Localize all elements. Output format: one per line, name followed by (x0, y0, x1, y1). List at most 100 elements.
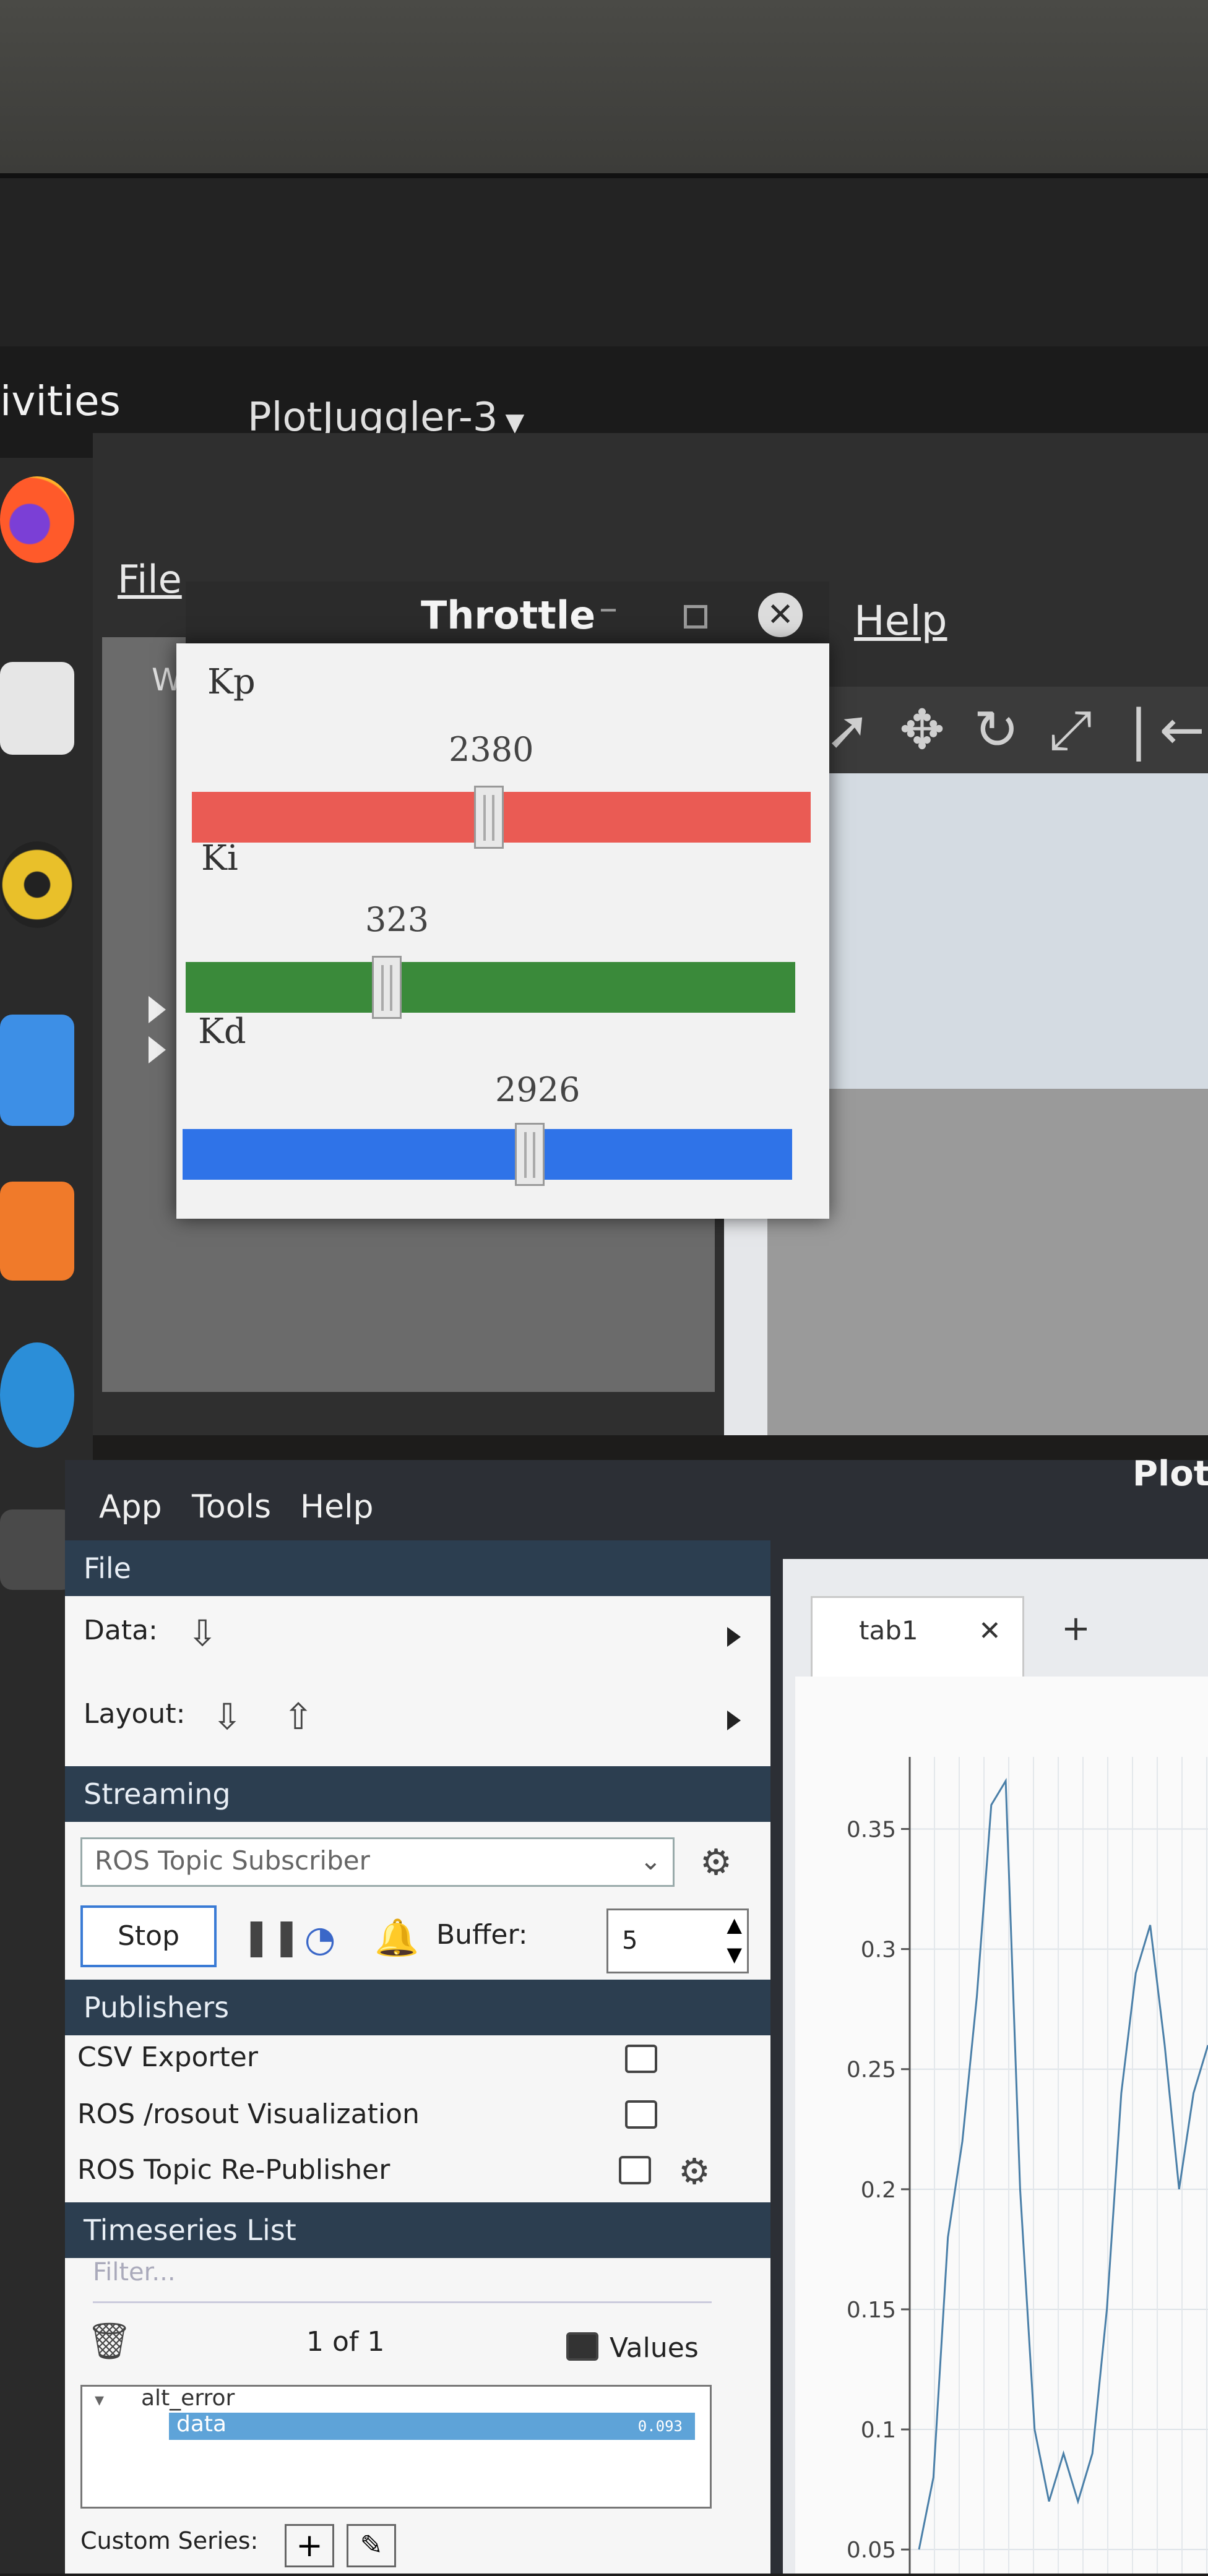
background-wall (0, 0, 1208, 186)
throttle-title: Throttle (421, 593, 596, 638)
kd-value: 2926 (495, 1070, 580, 1109)
plot-grid (910, 1757, 1208, 2574)
throttle-titlebar[interactable]: Throttle – ✕ (186, 582, 829, 643)
firefox-icon[interactable] (0, 476, 74, 563)
timeseries-section-header[interactable]: Timeseries List (65, 2202, 770, 2258)
gear-icon[interactable]: ⚙ (675, 2152, 714, 2191)
y-tick-label: 0.2 (861, 2178, 896, 2203)
load-layout-icon[interactable]: ⇩ (207, 1697, 247, 1737)
bell-icon[interactable]: 🔔 (374, 1918, 419, 1957)
add-custom-series-button[interactable]: + (285, 2524, 334, 2567)
close-button[interactable]: ✕ (758, 593, 803, 637)
kp-slider[interactable] (192, 786, 811, 849)
tab-tab1[interactable]: tab1 ✕ (811, 1596, 1024, 1677)
stop-button[interactable]: Stop (80, 1905, 217, 1967)
y-tick-label: 0.15 (847, 2298, 896, 2323)
monitor-bezel (0, 173, 1208, 376)
plot-empty-area (767, 1089, 1208, 1435)
series-line (918, 1777, 1208, 2550)
publishers-section-header[interactable]: Publishers (65, 1980, 770, 2035)
streaming-section-header[interactable]: Streaming (65, 1766, 770, 1822)
plot-canvas (767, 773, 1208, 1089)
tab-label: tab1 (859, 1615, 918, 1646)
buffer-spinbox[interactable]: 5 ▲ ▼ (606, 1908, 749, 1973)
expand-arrow-icon[interactable] (149, 996, 166, 1023)
data-label: Data: (84, 1615, 158, 1646)
streaming-source-value: ROS Topic Subscriber (95, 1845, 370, 1876)
chevron-down-icon: ⌄ (639, 1845, 662, 1876)
refresh-icon[interactable]: ↻ (965, 699, 1027, 761)
save-layout-icon[interactable]: ⇧ (278, 1697, 318, 1737)
back-icon[interactable]: ← (1151, 699, 1208, 761)
menu-help[interactable]: Help (300, 1488, 374, 1526)
kd-slider-handle[interactable] (515, 1123, 545, 1186)
broadcast-icon[interactable]: ◔ (300, 1919, 340, 1959)
timeseries-tree[interactable]: ▾ alt_error data 0.093 (80, 2385, 712, 2509)
ki-slider-handle[interactable] (372, 956, 402, 1019)
tree-child-row[interactable]: data 0.093 (169, 2411, 695, 2440)
publisher-item: CSV Exporter (77, 2041, 258, 2073)
values-checkbox[interactable] (566, 2332, 598, 2361)
add-tab-button[interactable]: + (1061, 1608, 1090, 1649)
side-panel: File Data: ⇩ Layout: ⇩ ⇧ Streaming ROS T… (65, 1540, 770, 2574)
menu-help[interactable]: Help (854, 597, 947, 645)
tree-parent[interactable]: alt_error (141, 2385, 235, 2411)
collapse-icon[interactable]: ▾ (95, 2389, 104, 2411)
edit-custom-series-button[interactable]: ✎ (347, 2524, 396, 2567)
y-tick-label: 0.3 (861, 1938, 896, 1963)
kd-label: Kd (198, 1011, 246, 1052)
plot-canvas[interactable]: 0.35 0.3 0.25 0.2 0.15 0.1 0.05 (795, 1677, 1208, 2574)
buffer-value: 5 (622, 1926, 638, 1955)
ki-value: 323 (365, 900, 429, 939)
close-icon[interactable]: ✕ (978, 1615, 1001, 1647)
help-icon[interactable] (0, 1342, 74, 1448)
files-icon[interactable] (0, 662, 74, 755)
ki-label: Ki (201, 838, 238, 878)
menu-file[interactable]: File (118, 557, 182, 602)
kp-value: 2380 (449, 730, 534, 769)
software-icon[interactable] (0, 1182, 74, 1281)
expand-arrow-icon[interactable] (149, 1036, 166, 1063)
y-tick-label: 0.1 (861, 2418, 896, 2443)
menu-tools[interactable]: Tools (192, 1488, 271, 1526)
spin-up-icon[interactable]: ▲ (727, 1913, 742, 1936)
streaming-source-select[interactable]: ROS Topic Subscriber ⌄ (80, 1837, 675, 1887)
writer-icon[interactable] (0, 1015, 74, 1126)
buffer-label: Buffer: (436, 1919, 528, 1951)
ki-slider[interactable] (186, 956, 795, 1019)
menu-app[interactable]: App (99, 1488, 162, 1526)
filter-input[interactable]: Filter... (93, 2258, 712, 2303)
y-tick-label: 0.05 (847, 2538, 896, 2563)
custom-series-label: Custom Series: (80, 2527, 259, 2554)
layout-expand-arrow-icon[interactable] (727, 1711, 741, 1730)
gear-icon[interactable]: ⚙ (696, 1842, 736, 1882)
y-tick-label: 0.35 (847, 1817, 896, 1842)
minimize-button[interactable]: – (599, 586, 618, 630)
kd-slider[interactable] (183, 1123, 792, 1186)
rhythmbox-icon[interactable] (0, 841, 74, 928)
maximize-button[interactable] (684, 605, 707, 629)
trash-icon[interactable]: 🗑 (87, 2321, 132, 2361)
page-count: 1 of 1 (306, 2326, 385, 2358)
csv-exporter-checkbox[interactable] (625, 2045, 657, 2073)
publisher-item: ROS Topic Re-Publisher (77, 2154, 390, 2186)
kp-label: Kp (207, 662, 256, 702)
publisher-item: ROS /rosout Visualization (77, 2098, 420, 2130)
plot-toolbar: ➚ ✥ ↻ ⤢ | ← (817, 687, 1208, 773)
pause-icon[interactable]: ❚❚ (241, 1917, 301, 1956)
activities-button[interactable]: ivities (0, 377, 121, 425)
republisher-checkbox[interactable] (619, 2156, 651, 2184)
tree-child: data (176, 2411, 227, 2437)
kp-slider-handle[interactable] (474, 786, 504, 849)
zoom-fit-icon[interactable]: ⤢ (1040, 699, 1102, 761)
spin-down-icon[interactable]: ▼ (727, 1943, 742, 1966)
throttle-dialog: Kp 2380 Ki 323 Kd 2926 (176, 643, 829, 1219)
move-icon[interactable]: ✥ (891, 699, 953, 761)
data-expand-arrow-icon[interactable] (727, 1627, 741, 1647)
terminal-icon[interactable] (0, 1509, 74, 1590)
menu-bar: App Tools Help (65, 1466, 1208, 1547)
file-section-header[interactable]: File (65, 1540, 770, 1596)
rosout-checkbox[interactable] (625, 2100, 657, 2129)
tree-child-value: 0.093 (637, 2418, 683, 2435)
load-data-icon[interactable]: ⇩ (183, 1613, 222, 1653)
